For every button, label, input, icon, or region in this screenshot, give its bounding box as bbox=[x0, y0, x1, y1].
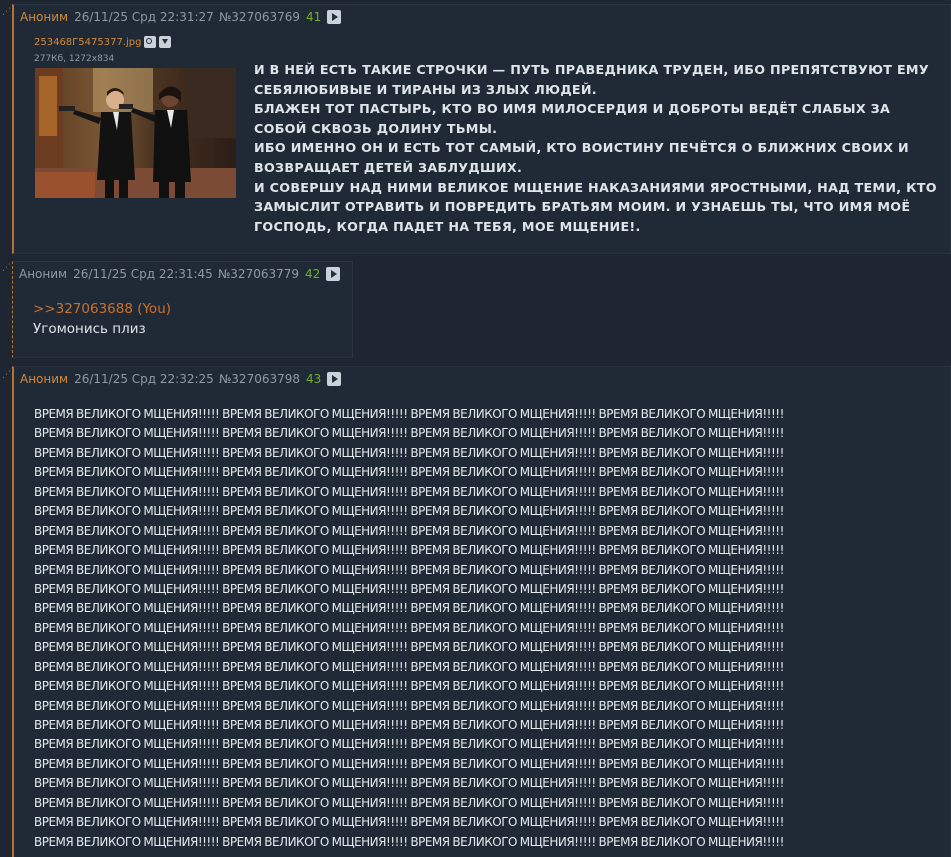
message-line: ВРЕМЯ ВЕЛИКОГО МЩЕНИЯ!!!!! ВРЕМЯ ВЕЛИКОГ… bbox=[34, 601, 784, 616]
post-327063779: Аноним 26/11/25 Срд 22:31:45 №327063779 … bbox=[12, 261, 353, 358]
post-menu-dots-icon[interactable]: ⋰ bbox=[2, 264, 12, 273]
poster-name[interactable]: Аноним bbox=[19, 267, 67, 281]
post-reply-count: 43 bbox=[306, 372, 322, 386]
poster-name[interactable]: Аноним bbox=[20, 372, 68, 386]
message-line: ВРЕМЯ ВЕЛИКОГО МЩЕНИЯ!!!!! ВРЕМЯ ВЕЛИКОГ… bbox=[34, 815, 784, 830]
post-image-thumbnail[interactable] bbox=[35, 68, 236, 198]
post-paragraph: И В НЕЙ ЕСТЬ ТАКИЕ СТРОЧКИ — ПУТЬ ПРАВЕД… bbox=[254, 62, 929, 97]
download-icon[interactable] bbox=[159, 36, 172, 48]
post-number-link[interactable]: №327063779 bbox=[218, 267, 299, 281]
post-menu-dots-icon[interactable]: ⋰ bbox=[2, 371, 12, 380]
play-icon[interactable] bbox=[327, 10, 342, 24]
reply-reference-link[interactable]: >>327063688 (You) bbox=[33, 301, 171, 317]
message-line: ВРЕМЯ ВЕЛИКОГО МЩЕНИЯ!!!!! ВРЕМЯ ВЕЛИКОГ… bbox=[34, 426, 784, 441]
post-327063798: Аноним 26/11/25 Срд 22:32:25 №327063798 … bbox=[12, 366, 951, 857]
message-line: ВРЕМЯ ВЕЛИКОГО МЩЕНИЯ!!!!! ВРЕМЯ ВЕЛИКОГ… bbox=[34, 465, 784, 480]
post-header: Аноним 26/11/25 Срд 22:31:45 №327063779 … bbox=[19, 265, 341, 283]
play-icon[interactable] bbox=[326, 267, 341, 281]
message-line: ВРЕМЯ ВЕЛИКОГО МЩЕНИЯ!!!!! ВРЕМЯ ВЕЛИКОГ… bbox=[34, 834, 784, 849]
post-paragraph: БЛАЖЕН ТОТ ПАСТЫРЬ, КТО ВО ИМЯ МИЛОСЕРДИ… bbox=[254, 101, 891, 136]
post-date: 26/11/25 Срд 22:31:45 bbox=[73, 267, 213, 281]
post-paragraph: ИБО ИМЕННО ОН И ЕСТЬ ТОТ САМЫЙ, КТО ВОИС… bbox=[254, 140, 909, 175]
message-line: ВРЕМЯ ВЕЛИКОГО МЩЕНИЯ!!!!! ВРЕМЯ ВЕЛИКОГ… bbox=[34, 620, 784, 635]
post-reply-count: 41 bbox=[306, 10, 322, 24]
post-paragraph: И СОВЕРШУ НАД НИМИ ВЕЛИКОЕ МЩЕНИЕ НАКАЗА… bbox=[254, 179, 937, 234]
message-line: ВРЕМЯ ВЕЛИКОГО МЩЕНИЯ!!!!! ВРЕМЯ ВЕЛИКОГ… bbox=[34, 718, 784, 732]
message-line: ВРЕМЯ ВЕЛИКОГО МЩЕНИЯ!!!!! ВРЕМЯ ВЕЛИКОГ… bbox=[34, 698, 784, 713]
message-line: ВРЕМЯ ВЕЛИКОГО МЩЕНИЯ!!!!! ВРЕМЯ ВЕЛИКОГ… bbox=[34, 523, 784, 538]
search-icon[interactable] bbox=[144, 36, 157, 48]
poster-name[interactable]: Аноним bbox=[20, 10, 68, 24]
file-meta: 277Кб, 1272x834 bbox=[34, 54, 115, 64]
post-menu-dots-icon[interactable]: ⋰ bbox=[2, 8, 12, 17]
message-line: ВРЕМЯ ВЕЛИКОГО МЩЕНИЯ!!!!! ВРЕМЯ ВЕЛИКОГ… bbox=[34, 679, 784, 694]
message-line: ВРЕМЯ ВЕЛИКОГО МЩЕНИЯ!!!!! ВРЕМЯ ВЕЛИКОГ… bbox=[34, 504, 784, 519]
message-line: ВРЕМЯ ВЕЛИКОГО МЩЕНИЯ!!!!! ВРЕМЯ ВЕЛИКОГ… bbox=[34, 581, 784, 596]
message-line: ВРЕМЯ ВЕЛИКОГО МЩЕНИЯ!!!!! ВРЕМЯ ВЕЛИКОГ… bbox=[34, 776, 784, 791]
post-message: И В НЕЙ ЕСТЬ ТАКИЕ СТРОЧКИ — ПУТЬ ПРАВЕД… bbox=[254, 60, 944, 236]
message-line: ВРЕМЯ ВЕЛИКОГО МЩЕНИЯ!!!!! ВРЕМЯ ВЕЛИКОГ… bbox=[34, 445, 784, 460]
post-reply-count: 42 bbox=[305, 267, 321, 281]
message-line: ВРЕМЯ ВЕЛИКОГО МЩЕНИЯ!!!!! ВРЕМЯ ВЕЛИКОГ… bbox=[34, 659, 784, 674]
message-line: ВРЕМЯ ВЕЛИКОГО МЩЕНИЯ!!!!! ВРЕМЯ ВЕЛИКОГ… bbox=[34, 737, 784, 752]
message-line: ВРЕМЯ ВЕЛИКОГО МЩЕНИЯ!!!!! ВРЕМЯ ВЕЛИКОГ… bbox=[34, 407, 784, 421]
play-icon[interactable] bbox=[327, 372, 342, 386]
post-327063769: Аноним 26/11/25 Срд 22:31:27 №327063769 … bbox=[12, 4, 951, 254]
thread-page: ⋰ Аноним 26/11/25 Срд 22:31:27 №32706376… bbox=[0, 0, 951, 857]
message-line: ВРЕМЯ ВЕЛИКОГО МЩЕНИЯ!!!!! ВРЕМЯ ВЕЛИКОГ… bbox=[34, 756, 784, 771]
message-line: ВРЕМЯ ВЕЛИКОГО МЩЕНИЯ!!!!! ВРЕМЯ ВЕЛИКОГ… bbox=[34, 484, 784, 499]
file-info: 253468Г5475377.jpg bbox=[34, 36, 172, 48]
post-number-link[interactable]: №327063798 bbox=[219, 372, 300, 386]
post-date: 26/11/25 Срд 22:32:25 bbox=[74, 372, 214, 386]
post-message: Угомонись плиз bbox=[33, 321, 146, 337]
post-header: Аноним 26/11/25 Срд 22:32:25 №327063798 … bbox=[20, 370, 342, 388]
message-line: ВРЕМЯ ВЕЛИКОГО МЩЕНИЯ!!!!! ВРЕМЯ ВЕЛИКОГ… bbox=[34, 543, 784, 558]
message-line: ВРЕМЯ ВЕЛИКОГО МЩЕНИЯ!!!!! ВРЕМЯ ВЕЛИКОГ… bbox=[34, 562, 784, 577]
message-line: ВРЕМЯ ВЕЛИКОГО МЩЕНИЯ!!!!! ВРЕМЯ ВЕЛИКОГ… bbox=[34, 640, 784, 655]
post-number-link[interactable]: №327063769 bbox=[219, 10, 300, 24]
post-message: ВРЕМЯ ВЕЛИКОГО МЩЕНИЯ!!!!! ВРЕМЯ ВЕЛИКОГ… bbox=[34, 405, 951, 852]
post-date: 26/11/25 Срд 22:31:27 bbox=[74, 10, 214, 24]
thumbnail-picture bbox=[35, 68, 236, 198]
message-line: ВРЕМЯ ВЕЛИКОГО МЩЕНИЯ!!!!! ВРЕМЯ ВЕЛИКОГ… bbox=[34, 795, 784, 810]
post-header: Аноним 26/11/25 Срд 22:31:27 №327063769 … bbox=[20, 8, 342, 26]
file-name-link[interactable]: 253468Г5475377.jpg bbox=[34, 37, 141, 48]
